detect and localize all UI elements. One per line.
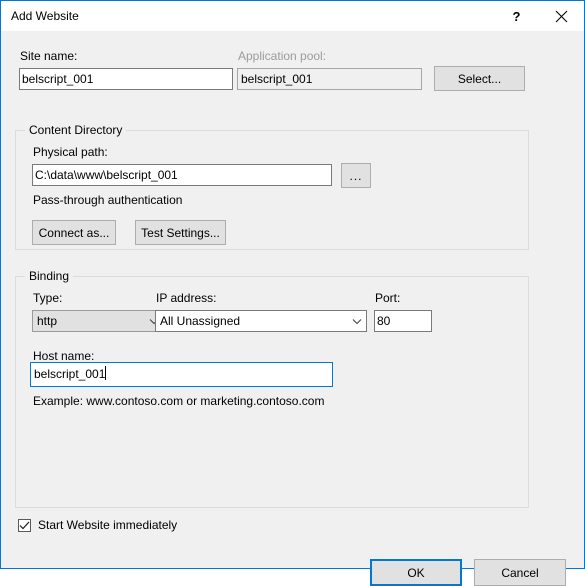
ip-address-select[interactable]: All Unassigned: [155, 310, 367, 332]
host-name-input[interactable]: belscript_001: [30, 362, 333, 387]
application-pool-field: belscript_001: [237, 68, 422, 90]
application-pool-label: Application pool:: [238, 49, 327, 63]
title-bar-buttons: ?: [494, 1, 584, 31]
start-website-checkbox[interactable]: Start Website immediately: [18, 518, 177, 533]
binding-legend: Binding: [25, 269, 74, 284]
physical-path-label: Physical path:: [33, 145, 108, 159]
chevron-down-icon: [348, 318, 366, 325]
ok-button[interactable]: OK: [370, 559, 462, 586]
select-app-pool-button[interactable]: Select...: [434, 66, 525, 91]
window-title: Add Website: [11, 9, 79, 23]
binding-type-value: http: [37, 314, 58, 328]
add-website-dialog: Add Website ? Site name: Application poo…: [0, 0, 585, 586]
ip-address-value: All Unassigned: [160, 314, 241, 328]
close-icon[interactable]: [539, 1, 584, 31]
site-name-input[interactable]: [19, 68, 233, 90]
ip-address-label: IP address:: [156, 291, 217, 305]
dialog-body: Site name: Application pool: belscript_0…: [1, 31, 584, 586]
start-website-label: Start Website immediately: [38, 518, 178, 532]
binding-type-select[interactable]: http: [32, 310, 164, 332]
check-icon: [19, 521, 30, 530]
browse-physical-path-button[interactable]: ...: [341, 163, 371, 188]
close-glyph: [555, 10, 568, 22]
connect-as-button[interactable]: Connect as...: [32, 220, 116, 245]
checkbox-box: [18, 519, 31, 532]
port-input[interactable]: [374, 310, 432, 332]
physical-path-input[interactable]: [32, 164, 332, 186]
binding-type-label: Type:: [33, 291, 63, 305]
site-name-label: Site name:: [20, 49, 78, 63]
host-name-value: belscript_001: [34, 367, 106, 381]
title-bar: Add Website ?: [1, 1, 584, 31]
cancel-button[interactable]: Cancel: [474, 559, 566, 586]
content-directory-legend: Content Directory: [25, 123, 127, 138]
pass-through-auth-text: Pass-through authentication: [33, 193, 183, 207]
test-settings-button[interactable]: Test Settings...: [135, 220, 226, 245]
text-caret: [105, 366, 107, 380]
host-name-example-text: Example: www.contoso.com or marketing.co…: [33, 394, 325, 408]
port-label: Port:: [375, 291, 401, 305]
help-icon[interactable]: ?: [494, 1, 539, 31]
